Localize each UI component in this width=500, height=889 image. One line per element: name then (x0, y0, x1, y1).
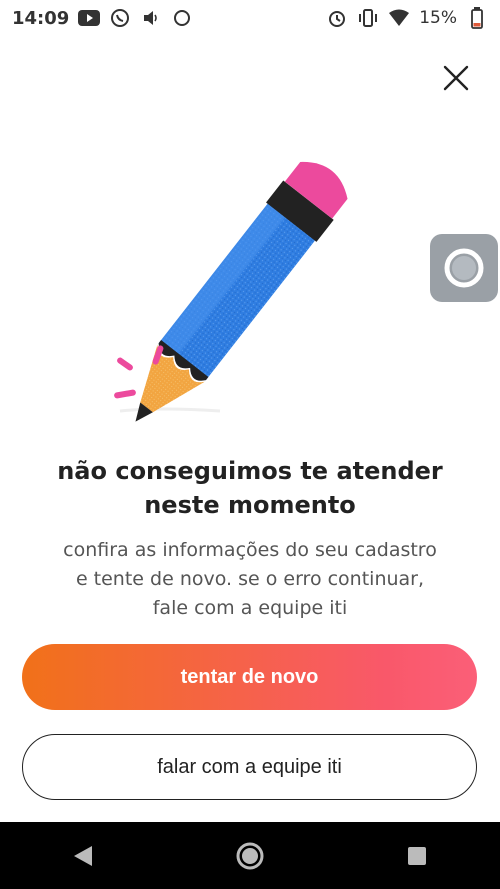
status-bar: 14:09 15% (0, 0, 500, 36)
whatsapp-icon (109, 7, 131, 29)
navigation-bar (0, 822, 500, 889)
youtube-icon (78, 7, 101, 29)
dialog-title: não conseguimos te atender neste momento (57, 457, 443, 519)
back-button[interactable] (63, 836, 103, 876)
recents-button[interactable] (397, 836, 437, 876)
recents-icon (407, 846, 426, 865)
home-button[interactable] (230, 836, 270, 876)
vibrate-icon (357, 7, 379, 29)
circle-icon (171, 7, 193, 29)
ring-icon (444, 248, 484, 288)
wifi-icon (388, 7, 410, 29)
status-right: 15% (326, 7, 488, 29)
back-icon (74, 845, 93, 866)
battery-percent: 15% (419, 8, 457, 28)
close-icon (443, 65, 469, 91)
dialog-description: confira as informações do seu cadastro e… (63, 539, 437, 619)
alarm-icon (326, 7, 348, 29)
close-button[interactable] (436, 58, 476, 98)
status-time: 14:09 (12, 7, 70, 29)
status-left: 14:09 (12, 7, 193, 29)
battery-icon (466, 7, 488, 29)
pencil-illustration (100, 125, 400, 425)
home-icon (236, 842, 264, 869)
contact-team-button[interactable]: falar com a equipe iti (22, 734, 477, 800)
floating-assistive-button[interactable] (430, 234, 498, 302)
retry-button[interactable]: tentar de novo (22, 644, 477, 710)
volume-icon (140, 7, 162, 29)
